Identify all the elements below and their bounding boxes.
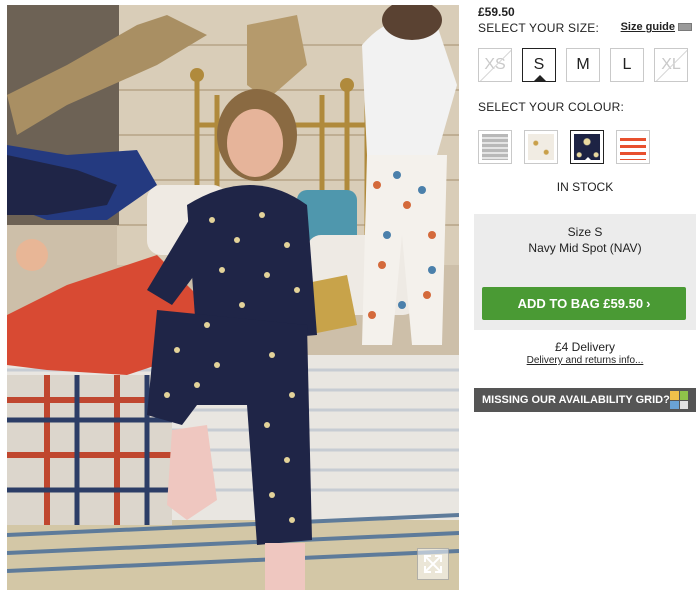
delivery-returns-link[interactable]: Delivery and returns info... [474, 355, 696, 366]
size-label: SELECT YOUR SIZE: [478, 21, 599, 35]
grid-icon-cell [670, 400, 679, 409]
expand-arrows-icon[interactable] [417, 548, 449, 580]
colour-swatch-ivory-spot[interactable] [524, 130, 558, 164]
availability-grid-banner[interactable]: MISSING OUR AVAILABILITY GRID? [474, 388, 696, 412]
ruler-icon [678, 23, 692, 31]
colour-swatch-red-stripe[interactable] [616, 130, 650, 164]
size-option-xl[interactable]: XL [654, 48, 688, 82]
red-stripe-swatch-fill [620, 134, 646, 160]
product-photo [7, 5, 459, 590]
add-to-bag-label: ADD TO BAG £59.50 [517, 296, 644, 311]
grid-icon-cell [670, 391, 679, 400]
colour-swatch-navy-spot[interactable] [570, 130, 604, 164]
selected-size-text: Size S [567, 225, 603, 239]
colour-label: SELECT YOUR COLOUR: [478, 100, 625, 114]
chevron-right-icon: › [646, 296, 651, 311]
product-price: £59.50 [478, 5, 515, 19]
navy-spot-swatch-fill [574, 134, 600, 160]
grid-icon [670, 391, 688, 409]
size-option-label: XL [661, 56, 681, 73]
selected-colour-text: Navy Mid Spot (NAV) [528, 241, 642, 255]
colour-selector [478, 130, 650, 164]
size-option-label: XS [484, 56, 506, 73]
grey-stripe-swatch-fill [482, 134, 508, 160]
size-option-label: L [622, 56, 632, 73]
size-option-l[interactable]: L [610, 48, 644, 82]
stock-status: IN STOCK [556, 180, 614, 194]
size-guide-text: Size guide [620, 21, 675, 33]
product-photo-illustration [7, 5, 459, 590]
size-option-m[interactable]: M [566, 48, 600, 82]
order-summary-box: Size S Navy Mid Spot (NAV) ADD TO BAG £5… [474, 214, 696, 330]
delivery-price: £4 Delivery [554, 340, 616, 354]
grid-icon-cell [679, 391, 688, 400]
size-guide-link[interactable]: Size guide [621, 21, 692, 33]
availability-grid-text: MISSING OUR AVAILABILITY GRID? [482, 394, 670, 406]
grid-icon-cell [679, 400, 688, 409]
product-options-panel: £59.50 SELECT YOUR SIZE: Size guide XS S… [474, 0, 696, 597]
size-option-label: M [576, 56, 590, 73]
size-option-label: S [533, 56, 545, 73]
size-selector: XS S M L XL [478, 48, 688, 82]
size-option-s[interactable]: S [522, 48, 556, 82]
add-to-bag-button[interactable]: ADD TO BAG £59.50 › [482, 287, 686, 320]
size-option-xs[interactable]: XS [478, 48, 512, 82]
colour-swatch-grey-stripe[interactable] [478, 130, 512, 164]
ivory-spot-swatch-fill [528, 134, 554, 160]
